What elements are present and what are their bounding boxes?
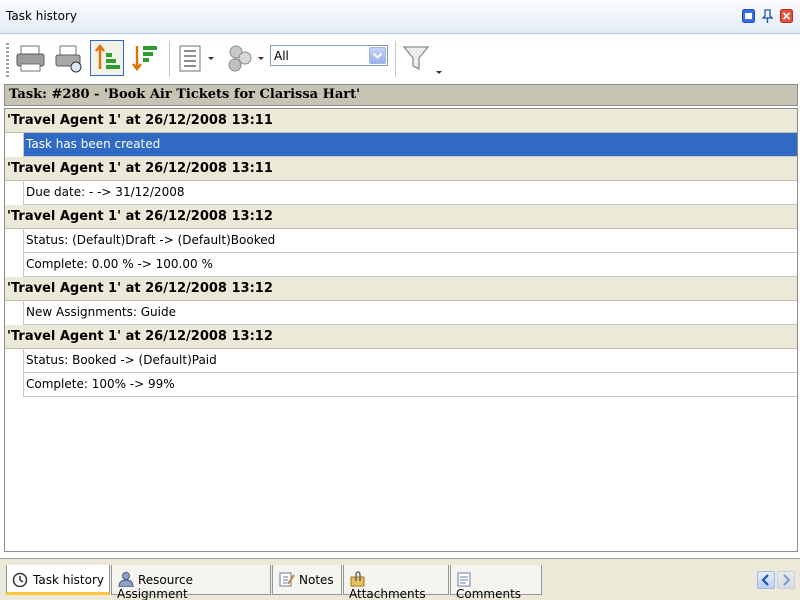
restore-button[interactable] — [742, 9, 755, 23]
tab-resource-assignment[interactable]: Resource Assignment — [111, 565, 271, 600]
notes-icon — [278, 571, 296, 587]
history-entry[interactable]: Complete: 100% -> 99% — [23, 373, 797, 397]
toolbar-grip[interactable] — [6, 43, 9, 77]
chevron-down-icon — [372, 52, 383, 59]
clock-icon — [12, 571, 30, 588]
columns-icon — [179, 45, 214, 72]
history-entry[interactable]: Due date: - -> 31/12/2008 — [23, 181, 797, 205]
history-entry[interactable]: Status: Booked -> (Default)Paid — [23, 349, 797, 373]
close-icon — [780, 9, 793, 23]
funnel-icon — [402, 46, 442, 74]
tab-bar: Task history Resource Assignment Notes A… — [0, 558, 800, 600]
history-group[interactable]: 'Travel Agent 1' at 26/12/2008 13:12 New… — [5, 277, 797, 325]
filter-combo[interactable]: All — [270, 45, 388, 66]
group-by-dropdown-button[interactable] — [222, 40, 268, 76]
print-button[interactable] — [14, 40, 48, 76]
window-title: Task history — [6, 9, 77, 23]
toolbar: All — [0, 35, 800, 84]
tab-comments[interactable]: Comments — [450, 565, 542, 600]
history-group-header[interactable]: 'Travel Agent 1' at 26/12/2008 13:12 — [5, 205, 797, 229]
tab-scroll-right-button[interactable] — [777, 571, 795, 589]
history-group-header[interactable]: 'Travel Agent 1' at 26/12/2008 13:12 — [5, 277, 797, 301]
tab-label: Attachments — [349, 587, 426, 600]
tab-label: Notes — [299, 573, 334, 587]
sort-ascending-button[interactable] — [90, 40, 124, 76]
history-group-header[interactable]: 'Travel Agent 1' at 26/12/2008 13:11 — [5, 109, 797, 133]
history-entry[interactable]: Complete: 0.00 % -> 100.00 % — [23, 253, 797, 277]
tab-notes[interactable]: Notes — [272, 565, 342, 595]
pin-button[interactable] — [761, 9, 774, 23]
tab-label: Comments — [456, 587, 522, 600]
combo-dropdown-arrow[interactable] — [369, 47, 386, 64]
printer-icon — [16, 45, 45, 72]
toolbar-separator — [169, 41, 170, 77]
paperclip-icon — [349, 571, 367, 587]
close-button[interactable] — [780, 9, 793, 23]
pin-icon — [761, 9, 774, 23]
sort-descending-icon — [132, 46, 157, 72]
task-header: Task: #280 - 'Book Air Tickets for Clari… — [4, 84, 798, 106]
history-group-header[interactable]: 'Travel Agent 1' at 26/12/2008 13:12 — [5, 325, 797, 349]
restore-icon — [742, 9, 755, 23]
comments-icon — [456, 571, 474, 587]
toolbar-separator — [395, 41, 396, 77]
history-entry[interactable]: Status: (Default)Draft -> (Default)Booke… — [23, 229, 797, 253]
history-entry[interactable]: New Assignments: Guide — [23, 301, 797, 325]
print-preview-button[interactable] — [52, 40, 86, 76]
chevron-left-icon — [761, 574, 769, 586]
users-group-icon — [228, 45, 264, 72]
history-group[interactable]: 'Travel Agent 1' at 26/12/2008 13:12 Sta… — [5, 205, 797, 277]
tab-attachments[interactable]: Attachments — [343, 565, 449, 600]
sort-ascending-icon — [95, 43, 120, 69]
filter-combo-value: All — [274, 49, 289, 63]
person-icon — [117, 571, 135, 588]
history-group[interactable]: 'Travel Agent 1' at 26/12/2008 13:11 Tas… — [5, 109, 797, 157]
chevron-right-icon — [783, 574, 791, 586]
title-bar: Task history — [0, 0, 800, 34]
tab-scroll-left-button[interactable] — [757, 571, 775, 589]
history-group[interactable]: 'Travel Agent 1' at 26/12/2008 13:12 Sta… — [5, 325, 797, 397]
print-preview-icon — [55, 45, 82, 73]
columns-dropdown-button[interactable] — [175, 40, 219, 76]
tab-task-history[interactable]: Task history — [6, 565, 110, 595]
sort-descending-button[interactable] — [128, 40, 162, 76]
history-entry[interactable]: Task has been created — [23, 133, 797, 157]
history-group[interactable]: 'Travel Agent 1' at 26/12/2008 13:11 Due… — [5, 157, 797, 205]
history-group-header[interactable]: 'Travel Agent 1' at 26/12/2008 13:11 — [5, 157, 797, 181]
tab-label: Task history — [33, 573, 104, 587]
history-grid[interactable]: 'Travel Agent 1' at 26/12/2008 13:11 Tas… — [4, 108, 798, 552]
filter-button[interactable] — [400, 40, 444, 76]
